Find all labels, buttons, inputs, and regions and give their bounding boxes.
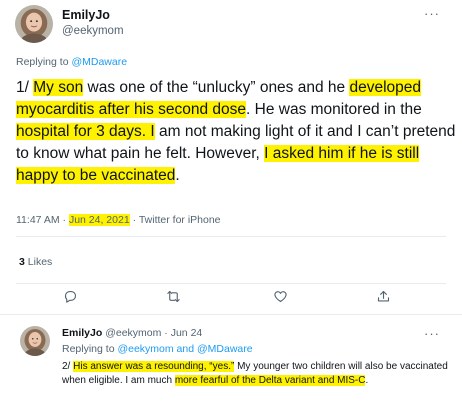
highlighted-text: hospital for 3 days. I xyxy=(16,123,155,140)
tweet-separator xyxy=(0,314,462,315)
meta-separator: · xyxy=(132,214,137,226)
display-name[interactable]: EmilyJo xyxy=(62,8,110,22)
main-tweet: EmilyJo @eekymom ··· Replying to @MDawar… xyxy=(0,0,462,306)
avatar[interactable] xyxy=(20,326,50,356)
mention-and: and xyxy=(176,343,195,355)
replying-to: Replying to @MDaware xyxy=(16,56,127,68)
meta-separator: · xyxy=(164,327,168,339)
likes-label: Likes xyxy=(27,256,53,268)
text-segment: 2/ xyxy=(62,361,74,372)
tweet-text: 1/ My son was one of the “unlucky” ones … xyxy=(16,77,456,187)
retweet-icon[interactable] xyxy=(166,289,181,304)
replying-prefix: Replying to xyxy=(16,56,69,68)
text-segment: was one of the “unlucky” ones and he xyxy=(83,79,350,96)
divider xyxy=(16,236,446,237)
text-segment: . He was monitored in the xyxy=(246,101,422,118)
reply-icon[interactable] xyxy=(63,289,78,304)
text-segment: 1/ xyxy=(16,79,34,96)
likes-number: 3 xyxy=(19,256,25,268)
mention-link[interactable]: @MDaware xyxy=(197,343,253,355)
share-icon[interactable] xyxy=(376,289,391,304)
user-handle[interactable]: @eekymom xyxy=(62,25,124,37)
heart-icon[interactable] xyxy=(273,289,288,304)
more-horizontal-icon[interactable]: ··· xyxy=(424,7,440,20)
display-name[interactable]: EmilyJo xyxy=(62,327,102,339)
highlighted-text: His answer was a resounding, “yes.” xyxy=(73,361,235,372)
more-horizontal-icon[interactable]: ··· xyxy=(424,327,440,340)
tweet-client[interactable]: Twitter for iPhone xyxy=(139,214,221,226)
replying-to: Replying to @eekymom and @MDaware xyxy=(62,343,253,355)
text-segment: . xyxy=(365,375,369,386)
divider xyxy=(16,283,446,284)
mention-link[interactable]: @eekymom xyxy=(117,343,173,355)
highlighted-text: more fearful of the Delta variant and MI… xyxy=(174,375,366,386)
replying-prefix: Replying to xyxy=(62,343,115,355)
tweet-date[interactable]: Jun 24, 2021 xyxy=(68,214,130,226)
tweet-meta: 11:47 AM · Jun 24, 2021 · Twitter for iP… xyxy=(16,214,221,226)
text-segment: . xyxy=(175,167,180,184)
likes-count[interactable]: 3 Likes xyxy=(19,256,52,268)
avatar[interactable] xyxy=(15,5,53,43)
meta-separator: · xyxy=(62,214,67,226)
tweet-date[interactable]: Jun 24 xyxy=(171,327,203,339)
reply-header: EmilyJo @eekymom · Jun 24 xyxy=(62,327,202,339)
highlighted-text: My son xyxy=(33,79,84,96)
user-handle[interactable]: @eekymom xyxy=(105,327,161,339)
reply-text: 2/ His answer was a resounding, “yes.” M… xyxy=(62,360,452,388)
mention-link[interactable]: @MDaware xyxy=(71,56,127,68)
tweet-time[interactable]: 11:47 AM xyxy=(16,214,60,226)
